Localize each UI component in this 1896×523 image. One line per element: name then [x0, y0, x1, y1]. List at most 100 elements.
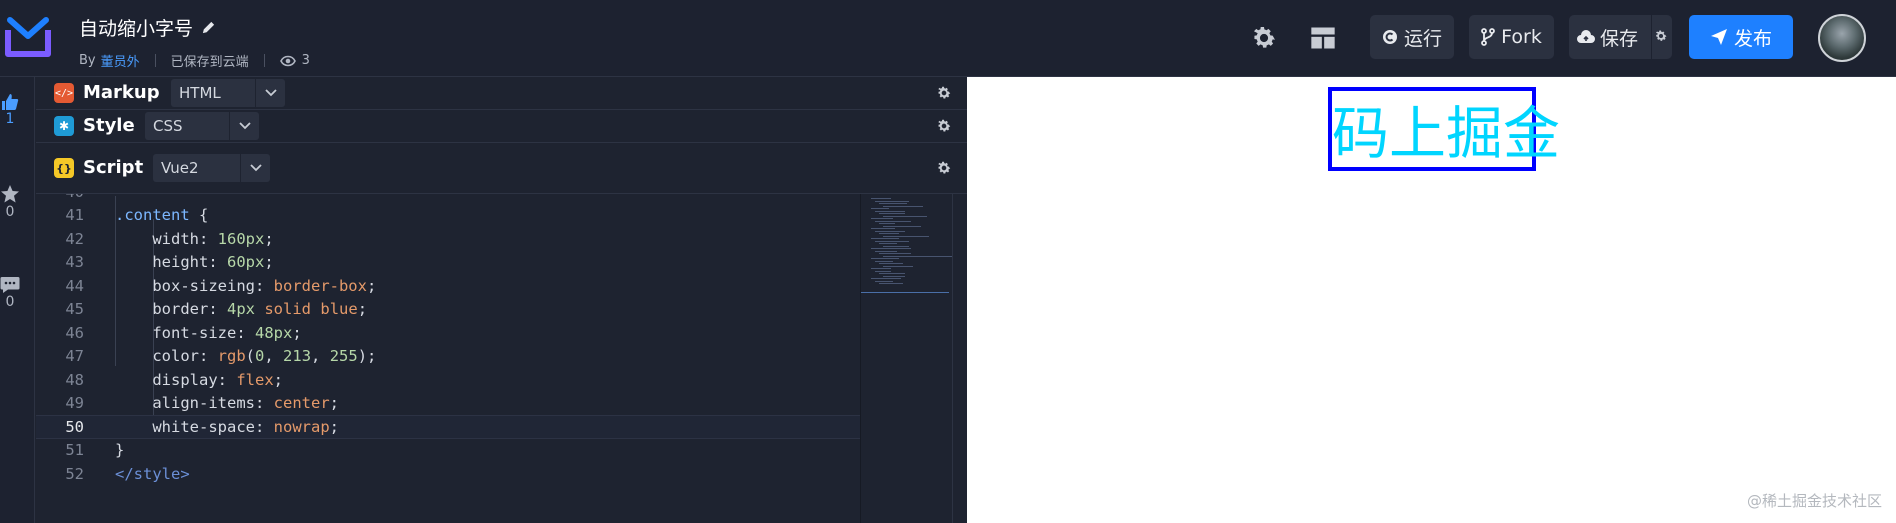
like-action[interactable]: 1 [0, 93, 20, 127]
minimap-line [871, 198, 891, 199]
publish-button[interactable]: 发布 [1689, 15, 1793, 59]
comment-action[interactable]: 0 [0, 276, 20, 310]
code-line[interactable]: 51} [36, 439, 860, 463]
author-link[interactable]: 董员外 [101, 51, 140, 70]
line-number: 45 [65, 300, 84, 319]
project-title[interactable]: 自动缩小字号 [79, 14, 193, 41]
minimap-line [875, 280, 893, 282]
minimap-line [883, 275, 905, 277]
minimap-line [871, 248, 911, 249]
style-tab[interactable]: ✱ Style CSS [36, 110, 967, 143]
preview-content-box: 码上掘金 [1328, 87, 1560, 171]
script-tab[interactable]: {} Script Vue2 [36, 143, 967, 194]
minimap-line [883, 225, 921, 227]
minimap-line [879, 263, 903, 264]
minimap-line [875, 200, 909, 202]
script-language-value: Vue2 [161, 159, 199, 177]
save-settings-icon[interactable] [1654, 29, 1668, 43]
code-line[interactable]: 46 font-size: 48px; [36, 321, 860, 345]
minimap-line [875, 210, 905, 212]
line-number: 49 [65, 394, 84, 413]
minimap-line [871, 238, 899, 239]
user-avatar[interactable] [1818, 14, 1866, 62]
line-number: 42 [65, 229, 84, 248]
edit-pencil-icon[interactable] [201, 20, 216, 35]
thumbs-up-icon [2, 94, 19, 110]
minimap-line [879, 273, 905, 274]
minimap-line [875, 260, 893, 262]
layout-grid-icon[interactable] [1309, 24, 1337, 52]
markup-language-value: HTML [179, 84, 221, 102]
star-count: 0 [5, 204, 15, 220]
code-line[interactable]: 43 height: 60px; [36, 251, 860, 275]
line-number: 47 [65, 347, 84, 366]
preview-content-text: 码上掘金 [1332, 101, 1560, 167]
chevron-down-icon [240, 154, 270, 182]
line-number: 41 [65, 206, 84, 225]
code-lines[interactable]: 40 41 .content { 42 width: 160px;43 height:… [36, 194, 860, 523]
editor-panel: </> Markup HTML ✱ Style CSS {} Script Vu… [36, 77, 967, 523]
fork-button[interactable]: Fork [1469, 15, 1554, 59]
script-settings-icon[interactable] [936, 160, 952, 176]
minimap-line [879, 253, 911, 254]
minimap-line [875, 230, 905, 232]
cloud-upload-icon [1577, 30, 1595, 43]
line-number: 48 [65, 370, 84, 389]
markup-tab[interactable]: </> Markup HTML [36, 77, 967, 110]
chevron-down-icon [255, 79, 285, 107]
style-settings-icon[interactable] [936, 118, 952, 134]
code-line[interactable]: 52 </style> [36, 462, 860, 486]
code-editor[interactable]: 40 41 .content { 42 width: 160px;43 height:… [36, 194, 967, 523]
style-tab-label: Style [83, 115, 135, 136]
code-line[interactable]: 50 white-space: nowrap; [36, 415, 860, 439]
run-button[interactable]: 运行 [1370, 15, 1454, 59]
markup-settings-icon[interactable] [936, 85, 952, 101]
preview-pane[interactable]: 码上掘金 @稀土掘金技术社区 [967, 77, 1896, 523]
editor-scrollbar[interactable] [952, 194, 967, 523]
code-text: color: rgb(0, 213, 255); [152, 347, 377, 366]
code-minimap[interactable] [860, 194, 953, 523]
code-line[interactable]: 44 box-sizeing: border-box; [36, 274, 860, 298]
view-count: 3 [279, 53, 310, 68]
css-badge-icon: ✱ [54, 116, 74, 136]
code-text: border: 4px solid blue; [152, 300, 368, 319]
minimap-line [871, 208, 889, 209]
minimap-line [883, 255, 953, 257]
line-number: 51 [65, 441, 84, 460]
minimap-line [871, 218, 893, 219]
publish-label: 发布 [1733, 27, 1772, 50]
code-text: .content { [115, 206, 209, 225]
minimap-line [879, 213, 905, 214]
settings-gear-icon[interactable] [1250, 24, 1278, 52]
line-number: 46 [65, 323, 84, 342]
code-text: white-space: nowrap; [152, 417, 339, 436]
code-line[interactable]: 42 width: 160px; [36, 227, 860, 251]
separator [263, 54, 265, 67]
html-badge-icon: </> [54, 83, 74, 103]
save-button[interactable]: 保存 [1569, 15, 1672, 59]
code-line[interactable]: 48 display: flex; [36, 368, 860, 392]
minimap-line [883, 235, 929, 237]
minimap-line [871, 278, 901, 279]
code-line[interactable]: 41 .content { [36, 204, 860, 228]
minimap-viewport-line [861, 292, 949, 293]
by-label: By [79, 53, 96, 68]
code-text: box-sizeing: border-box; [152, 276, 377, 295]
script-language-select[interactable]: Vue2 [153, 154, 270, 182]
code-text: height: 60px; [152, 253, 274, 272]
script-tab-label: Script [83, 157, 144, 178]
left-action-rail: 1 0 0 [0, 77, 35, 523]
code-line[interactable]: 49 align-items: center; [36, 392, 860, 416]
markup-language-select[interactable]: HTML [171, 79, 285, 107]
style-language-select[interactable]: CSS [145, 112, 259, 140]
star-action[interactable]: 0 [0, 184, 20, 220]
code-line[interactable]: 40 [36, 194, 860, 204]
watermark-text: @稀土掘金技术社区 [1746, 492, 1882, 510]
line-number: 50 [65, 417, 84, 436]
save-divider [1651, 15, 1652, 59]
code-line[interactable]: 45 border: 4px solid blue; [36, 298, 860, 322]
codepen-logo-icon[interactable] [4, 16, 52, 60]
minimap-line [879, 223, 895, 224]
minimap-line [883, 245, 909, 247]
code-line[interactable]: 47 color: rgb(0, 213, 255); [36, 345, 860, 369]
